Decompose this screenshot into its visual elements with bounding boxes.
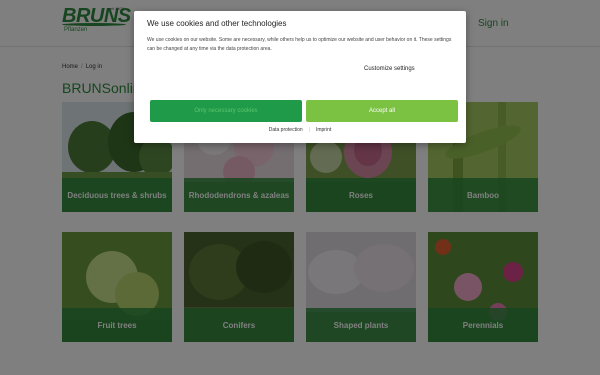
customize-settings-link[interactable]: Customize settings (364, 66, 415, 72)
links-separator: | (308, 127, 310, 133)
cookie-consent-dialog: We use cookies and other technologies We… (134, 11, 466, 143)
cookie-dialog-text: We use cookies on our website. Some are … (147, 37, 452, 52)
imprint-link[interactable]: Imprint (316, 127, 331, 133)
data-protection-link[interactable]: Data protection (269, 127, 303, 133)
cookie-dialog-links: Data protection | Imprint (134, 127, 466, 133)
necessary-cookies-button[interactable]: Only necessary cookies (150, 100, 302, 122)
accept-all-button[interactable]: Accept all (306, 100, 458, 122)
cookie-dialog-title: We use cookies and other technologies (147, 19, 287, 28)
